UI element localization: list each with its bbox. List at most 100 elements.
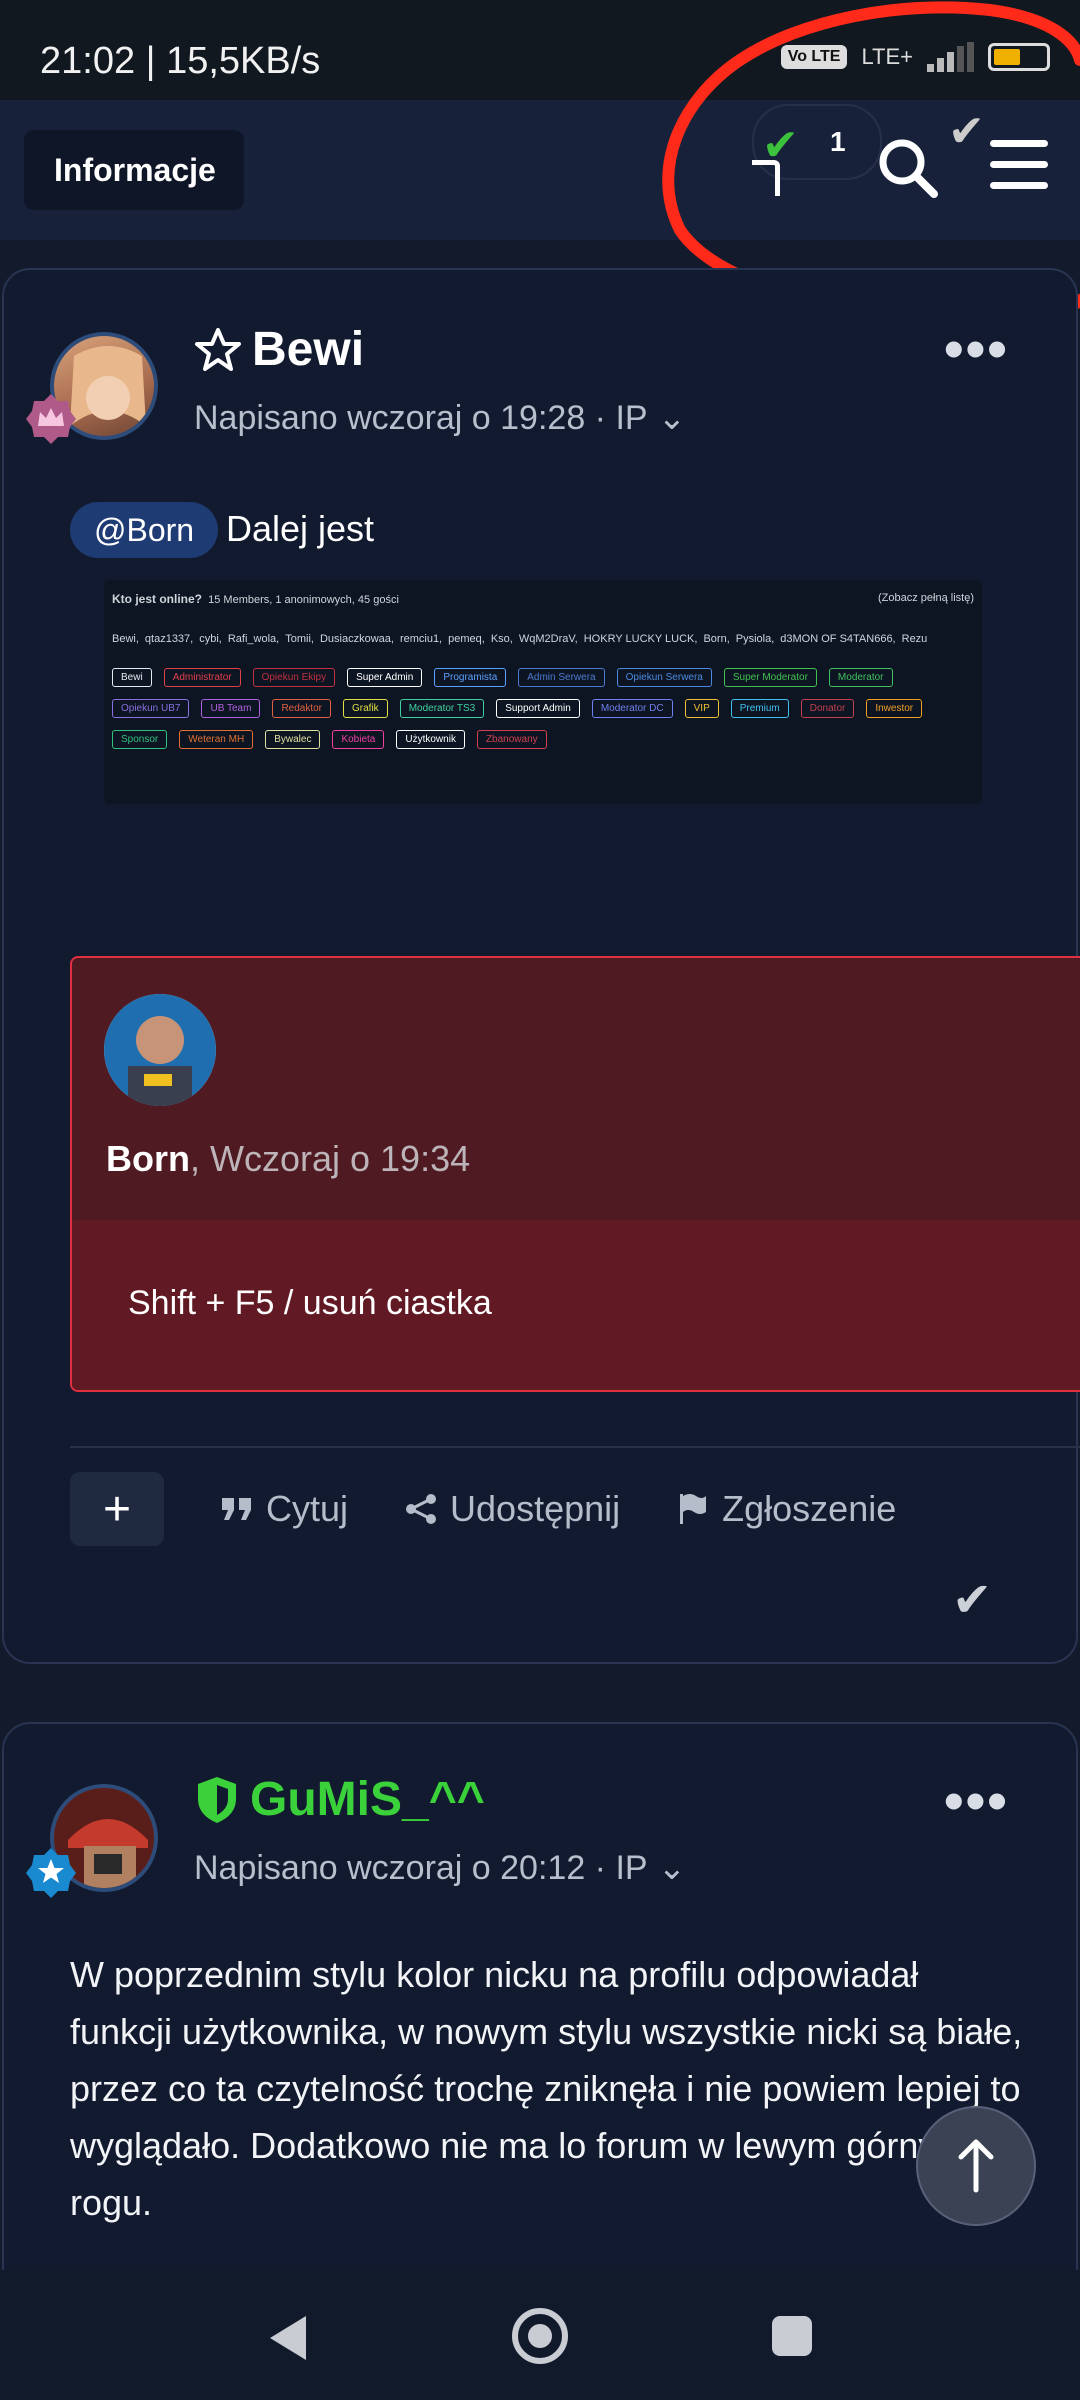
breadcrumb-informacje[interactable]: Informacje <box>24 130 244 210</box>
flag-icon <box>680 1494 707 1524</box>
share-icon <box>406 1494 437 1524</box>
group-tag: Zbanowany <box>476 730 547 749</box>
group-tag: Administrator <box>163 668 241 687</box>
star-icon <box>195 327 241 371</box>
quote-text: Shift + F5 / usuń ciastka <box>128 1284 492 1322</box>
group-tag: Moderator TS3 <box>399 699 485 718</box>
online-user: cybi, <box>199 633 222 645</box>
group-tag: Bywalec <box>265 730 321 749</box>
online-subtitle: 15 Members, 1 anonimowych, 45 gości <box>208 594 399 606</box>
post-author[interactable]: Bewi <box>194 322 364 377</box>
embedded-screenshot[interactable]: Kto jest online? 15 Members, 1 anonimowy… <box>104 580 982 804</box>
post-date: Napisano wczoraj o 19:28 · IP <box>194 398 648 437</box>
check-icon: ✔ <box>948 107 985 156</box>
quote-button[interactable]: Cytuj <box>220 1488 348 1530</box>
online-user: Born, <box>703 633 730 645</box>
online-user: WqM2DraV, <box>518 633 578 645</box>
group-legend: Bewi Administrator Opiekun Ekipy Super Admi… <box>112 668 974 749</box>
group-tag: Użytkownik <box>396 730 465 749</box>
online-user: Tomii, <box>285 633 314 645</box>
system-nav-bar <box>0 2270 1080 2400</box>
status-time: 21:02 | 15,5KB/s <box>40 40 321 82</box>
search-icon <box>879 139 938 198</box>
author-name: GuMiS_^^ <box>250 1773 485 1826</box>
volte-icon: Vo LTE <box>780 45 848 69</box>
back-icon[interactable] <box>266 2312 310 2364</box>
post-text: W poprzednim stylu kolor nicku na profil… <box>70 1954 1023 2223</box>
online-user: Pysiola, <box>735 633 775 645</box>
user-menu-icon[interactable] <box>752 160 780 196</box>
group-tag: Inwestor <box>866 699 923 718</box>
report-button[interactable]: Zgłoszenie <box>676 1488 896 1530</box>
divider <box>70 1446 1080 1448</box>
group-tag: Grafik <box>343 699 388 718</box>
status-bar: 21:02 | 15,5KB/s Vo LTE LTE+ <box>0 0 1080 100</box>
online-user: pemeq, <box>448 633 485 645</box>
post-date: Napisano wczoraj o 20:12 · IP <box>194 1848 648 1887</box>
star-badge-icon <box>26 1848 76 1898</box>
notification-count: 1 <box>830 126 846 157</box>
online-link: (Zobacz pełną listę) <box>878 592 974 604</box>
top-bar: Informacje ✔ 1 ✔ <box>0 100 1080 240</box>
chevron-down-icon[interactable]: ⌄ <box>658 398 687 438</box>
post-actions: + Cytuj Udostępnij Zgłoszenie <box>70 1472 896 1546</box>
post-author[interactable]: GuMiS_^^ <box>194 1772 485 1827</box>
post-meta: Napisano wczoraj o 20:12 · IP ⌄ <box>194 1848 686 1888</box>
shield-icon <box>198 1776 236 1823</box>
group-tag: Programista <box>434 668 507 687</box>
quote-icon <box>222 1498 251 1520</box>
group-tag: Redaktor <box>272 699 332 718</box>
online-user: qtaz1337, <box>144 633 194 645</box>
group-tag: UB Team <box>201 699 261 718</box>
quote-author[interactable]: Born <box>106 1138 190 1179</box>
post-card: Bewi Napisano wczoraj o 19:28 · IP ⌄ •••… <box>2 268 1080 1664</box>
share-label: Udostępnij <box>450 1488 621 1529</box>
post-card: GuMiS_^^ Napisano wczoraj o 20:12 · IP ⌄… <box>2 1722 1078 2322</box>
online-user: Bewi, <box>112 633 139 645</box>
group-tag: Donator <box>800 699 855 718</box>
group-tag: Super Moderator <box>723 668 817 687</box>
group-tag: Opiekun Ekipy <box>252 668 336 687</box>
scroll-to-top-button[interactable] <box>916 2106 1036 2226</box>
online-user: Rezu <box>901 633 928 645</box>
author-name: Bewi <box>252 323 365 376</box>
group-tag: Kobieta <box>332 730 385 749</box>
quote-avatar[interactable] <box>104 994 216 1106</box>
mention-tag[interactable]: @Born <box>70 502 219 558</box>
crown-badge-icon <box>26 394 76 444</box>
share-button[interactable]: Udostępnij <box>404 1488 620 1530</box>
post-meta: Napisano wczoraj o 19:28 · IP ⌄ <box>194 398 686 438</box>
group-tag: Opiekun UB7 <box>112 699 190 718</box>
group-tag: Moderator <box>828 668 893 687</box>
group-tag: Bewi <box>112 668 152 687</box>
report-label: Zgłoszenie <box>722 1488 897 1529</box>
menu-button[interactable] <box>990 140 1048 196</box>
group-tag: Opiekun Serwera <box>616 668 712 687</box>
quote-meta: Born, Wczoraj o 19:34 <box>106 1138 470 1180</box>
check-icon: ✔ <box>952 1574 993 1627</box>
status-icons: Vo LTE LTE+ <box>780 42 1050 72</box>
quote-body: Shift + F5 / usuń ciastka <box>72 1220 1080 1390</box>
search-button[interactable] <box>870 130 950 210</box>
quote-label: Cytuj <box>266 1488 349 1529</box>
group-tag: Support Admin <box>496 699 580 718</box>
online-user: Dusiaczkowaa, <box>319 633 394 645</box>
avatar-image <box>104 994 216 1106</box>
group-tag: Sponsor <box>112 730 168 749</box>
online-user: d3MON OF S4TAN666, <box>780 633 896 645</box>
group-tag: Weteran MH <box>179 730 254 749</box>
more-options-button[interactable]: ••• <box>944 1768 1009 1833</box>
battery-icon <box>988 43 1050 71</box>
group-tag: Super Admin <box>347 668 423 687</box>
more-options-button[interactable]: ••• <box>944 316 1009 381</box>
group-tag: VIP <box>684 699 719 718</box>
add-reaction-button[interactable]: + <box>70 1472 164 1546</box>
chevron-down-icon[interactable]: ⌄ <box>658 1848 687 1888</box>
online-user: HOKRY LUCKY LUCK, <box>583 633 698 645</box>
post-text: Dalej jest <box>226 508 375 549</box>
recents-button[interactable] <box>772 2316 812 2356</box>
home-button[interactable] <box>512 2308 568 2364</box>
signal-icon <box>927 42 974 72</box>
online-header: Kto jest online? 15 Members, 1 anonimowy… <box>112 592 974 606</box>
online-user: Rafi_wola, <box>227 633 280 645</box>
